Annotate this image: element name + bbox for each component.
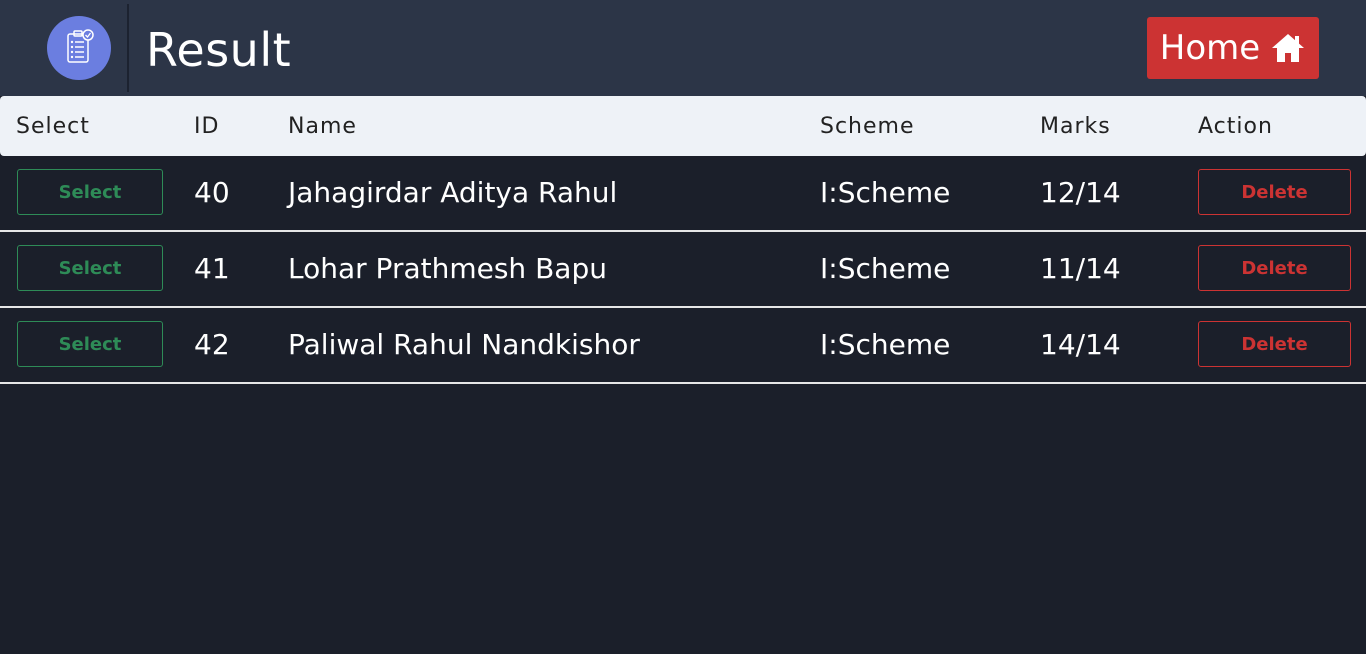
- header-divider: [127, 4, 129, 92]
- row-id: 42: [194, 328, 230, 361]
- select-button[interactable]: Select: [17, 245, 163, 291]
- table-row: Select 42 Paliwal Rahul Nandkishor I:Sch…: [0, 308, 1366, 384]
- row-name: Paliwal Rahul Nandkishor: [288, 328, 640, 361]
- home-icon: [1272, 34, 1305, 62]
- column-header-scheme: Scheme: [820, 114, 915, 139]
- delete-button[interactable]: Delete: [1198, 321, 1351, 367]
- row-scheme: I:Scheme: [820, 176, 951, 209]
- table-row: Select 40 Jahagirdar Aditya Rahul I:Sche…: [0, 156, 1366, 232]
- table-row: Select 41 Lohar Prathmesh Bapu I:Scheme …: [0, 232, 1366, 308]
- row-marks: 14/14: [1040, 328, 1121, 361]
- column-header-name: Name: [288, 114, 357, 139]
- row-marks: 11/14: [1040, 252, 1121, 285]
- row-name: Jahagirdar Aditya Rahul: [288, 176, 618, 209]
- row-id: 41: [194, 252, 230, 285]
- row-scheme: I:Scheme: [820, 328, 951, 361]
- delete-button[interactable]: Delete: [1198, 245, 1351, 291]
- row-marks: 12/14: [1040, 176, 1121, 209]
- app-logo: [47, 16, 111, 80]
- clipboard-checklist-icon: [67, 29, 94, 63]
- app-header: Result Home: [0, 0, 1366, 96]
- row-id: 40: [194, 176, 230, 209]
- select-button[interactable]: Select: [17, 321, 163, 367]
- row-name: Lohar Prathmesh Bapu: [288, 252, 607, 285]
- table-header: Select ID Name Scheme Marks Action: [0, 96, 1366, 156]
- home-button-label: Home: [1159, 28, 1261, 68]
- select-button[interactable]: Select: [17, 169, 163, 215]
- delete-button[interactable]: Delete: [1198, 169, 1351, 215]
- home-button[interactable]: Home: [1147, 17, 1319, 79]
- row-scheme: I:Scheme: [820, 252, 951, 285]
- page-title: Result: [146, 23, 292, 77]
- column-header-select: Select: [16, 114, 90, 139]
- column-header-marks: Marks: [1040, 114, 1111, 139]
- column-header-id: ID: [194, 114, 220, 139]
- column-header-action: Action: [1198, 114, 1273, 139]
